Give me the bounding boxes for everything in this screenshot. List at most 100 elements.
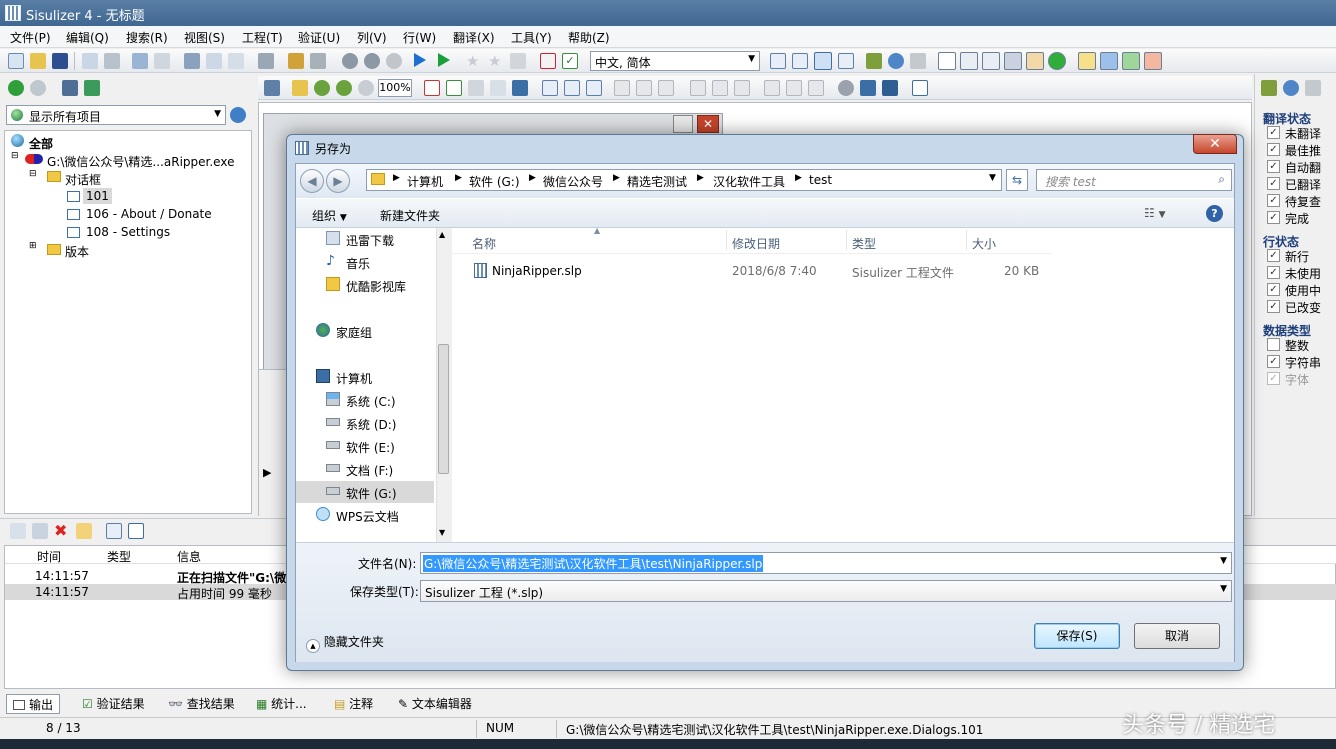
tree-root[interactable]: 全部 <box>29 135 53 152</box>
filter-string[interactable]: 字符串 <box>1285 354 1321 371</box>
tree-project[interactable]: G:\微信公众号\精选...aRipper.exe <box>47 153 234 170</box>
puzzle-icon[interactable] <box>84 80 100 96</box>
check-icon[interactable] <box>446 80 462 96</box>
row-used-icon[interactable] <box>1122 52 1140 70</box>
nav-drive-g[interactable]: 软件 (G:) <box>296 481 434 503</box>
checkbox[interactable]: ✓ <box>1267 372 1280 385</box>
menu-tools[interactable]: 工具(Y) <box>511 29 552 46</box>
note-icon[interactable] <box>76 523 92 539</box>
align-center-icon[interactable] <box>636 80 652 96</box>
settings-icon[interactable] <box>342 53 358 69</box>
tree-filter-select[interactable]: 显示所有项目 ▼ <box>6 105 226 125</box>
nav-drive-c[interactable]: 系统 (C:) <box>296 389 450 411</box>
tree-item-106[interactable]: 106 - About / Donate <box>86 207 212 221</box>
filter-best-guess[interactable]: 最佳推 <box>1285 142 1321 159</box>
checkbox[interactable]: ✓ <box>1267 355 1280 368</box>
filetype-select[interactable]: Sisulizer 工程 (*.slp) ▼ <box>420 580 1232 602</box>
filter-complete[interactable]: 完成 <box>1285 210 1309 227</box>
filter2-icon[interactable] <box>910 53 926 69</box>
save-log-icon[interactable] <box>128 523 144 539</box>
print-icon[interactable] <box>82 53 98 69</box>
filter-unused[interactable]: 未使用 <box>1285 265 1321 282</box>
col-size[interactable]: 大小 <box>972 235 996 252</box>
tab-find-results[interactable]: 👓 查找结果 <box>168 695 235 715</box>
filter-auto-translated[interactable]: 自动翻 <box>1285 159 1321 176</box>
screen-icon[interactable] <box>882 80 898 96</box>
paste-icon[interactable] <box>228 53 244 69</box>
project-icon[interactable] <box>62 80 78 96</box>
checkbox[interactable] <box>1267 338 1280 351</box>
nav-wps-cloud[interactable]: WPS云文档 <box>286 504 440 526</box>
breadcrumb-folder4[interactable]: test <box>809 173 832 187</box>
align-left-icon[interactable] <box>614 80 630 96</box>
scroll-up-icon[interactable]: ▲ <box>439 230 445 239</box>
align-top-icon[interactable] <box>690 80 706 96</box>
align-bottom-icon[interactable] <box>734 80 750 96</box>
search-input[interactable]: 搜索 test ⌕ <box>1036 169 1232 191</box>
tab-statistics[interactable]: ▦ 统计... <box>256 695 307 715</box>
zoom-icon[interactable] <box>358 80 374 96</box>
layout2-icon[interactable] <box>792 53 808 69</box>
col-name[interactable]: 名称 <box>472 235 496 252</box>
docs-icon[interactable] <box>32 523 48 539</box>
col-date[interactable]: 修改日期 <box>732 235 780 252</box>
funnel-icon[interactable] <box>1305 80 1321 96</box>
menu-search[interactable]: 搜索(R) <box>126 29 168 46</box>
forward-button[interactable]: ▶ <box>326 169 350 193</box>
settings3-icon[interactable] <box>386 53 402 69</box>
checkbox[interactable]: ✓ <box>1267 126 1280 139</box>
build-icon[interactable] <box>310 53 326 69</box>
zoom-in-icon[interactable] <box>314 80 330 96</box>
breadcrumb-folder1[interactable]: 微信公众号 <box>543 173 603 190</box>
checkbox[interactable]: ✓ <box>1267 249 1280 262</box>
checkbox[interactable]: ✓ <box>1267 283 1280 296</box>
nav-thunder-download[interactable]: 迅雷下载 <box>296 228 450 250</box>
help-icon[interactable]: ? <box>1206 205 1223 222</box>
delete-icon[interactable]: ✖ <box>54 523 70 539</box>
frame1-icon[interactable] <box>542 80 558 96</box>
filter-untranslated[interactable]: 未翻译 <box>1285 125 1321 142</box>
tree-item-108[interactable]: 108 - Settings <box>86 225 170 239</box>
fit-icon[interactable] <box>292 80 308 96</box>
save-button[interactable]: 保存(S) <box>1034 623 1120 649</box>
redo-icon[interactable] <box>154 53 170 69</box>
checkbox[interactable]: ✓ <box>1267 143 1280 156</box>
refresh-tree-icon[interactable] <box>230 107 246 123</box>
refresh-icon[interactable] <box>1283 80 1299 96</box>
menu-edit[interactable]: 编辑(Q) <box>66 29 109 46</box>
tab-text-editor[interactable]: ✎ 文本编辑器 <box>398 695 472 715</box>
undo-icon[interactable] <box>132 53 148 69</box>
cube-icon[interactable] <box>468 80 484 96</box>
breadcrumb-drive[interactable]: 软件 (G:) <box>469 173 520 190</box>
layout1-icon[interactable] <box>770 53 786 69</box>
menu-view[interactable]: 视图(S) <box>184 29 225 46</box>
filter-icon[interactable] <box>866 53 882 69</box>
doc-icon[interactable] <box>10 523 26 539</box>
home-icon[interactable] <box>264 80 280 96</box>
row-unused-icon[interactable] <box>1100 52 1118 70</box>
nav-computer[interactable]: 计算机 <box>286 366 440 388</box>
size-icon[interactable] <box>808 80 824 96</box>
pdf-icon[interactable] <box>424 80 440 96</box>
new-icon[interactable] <box>8 53 24 69</box>
col-type[interactable]: 类型 <box>852 235 876 252</box>
complete-icon[interactable] <box>1048 52 1066 70</box>
forward-icon[interactable] <box>30 80 46 96</box>
filter-in-use[interactable]: 使用中 <box>1285 282 1321 299</box>
copy-icon[interactable] <box>206 53 222 69</box>
refresh-icon[interactable] <box>888 53 904 69</box>
hide-folders-toggle[interactable]: ▲ 隐藏文件夹 <box>306 633 384 653</box>
frame3-icon[interactable] <box>586 80 602 96</box>
checkbox[interactable]: ✓ <box>1267 266 1280 279</box>
tab-notes[interactable]: ▤ 注释 <box>334 695 373 715</box>
star2-icon[interactable]: ★ <box>488 53 504 69</box>
space-h-icon[interactable] <box>764 80 780 96</box>
tree-version[interactable]: 版本 <box>65 243 89 260</box>
checkbox[interactable]: ✓ <box>1267 177 1280 190</box>
close-button[interactable]: ✕ <box>1193 134 1237 154</box>
checkbox[interactable]: ✓ <box>1267 194 1280 207</box>
star-icon[interactable]: ★ <box>466 53 482 69</box>
zoom-out-icon[interactable] <box>336 80 352 96</box>
scan-icon[interactable] <box>288 53 304 69</box>
scroll-down-icon[interactable]: ▼ <box>439 528 445 537</box>
